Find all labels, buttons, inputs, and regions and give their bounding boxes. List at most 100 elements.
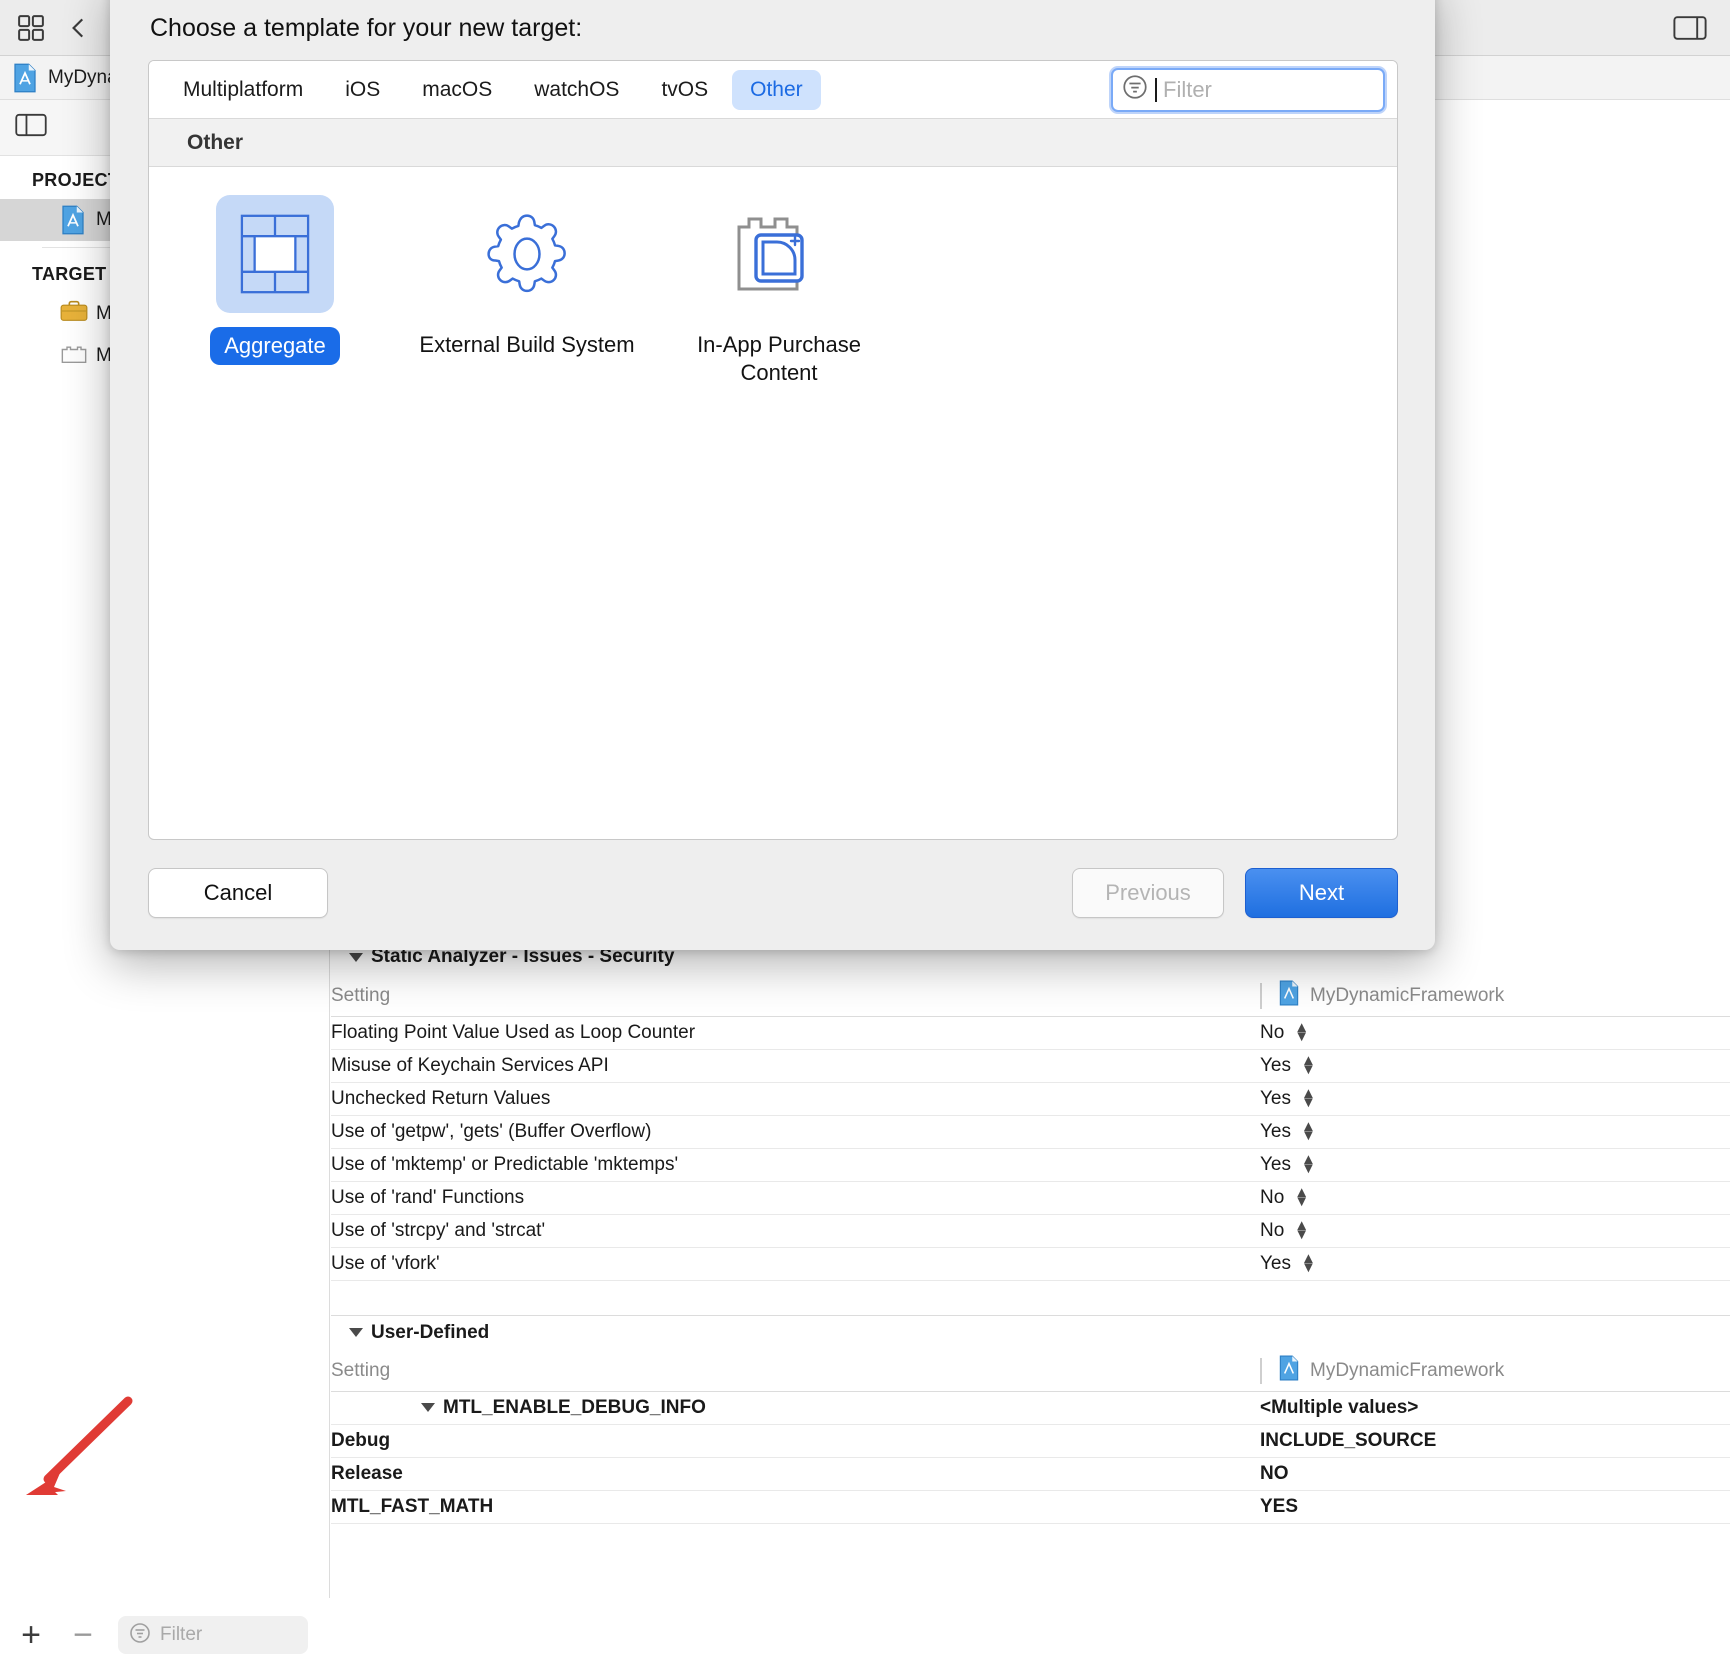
setting-value: No [1260,1021,1285,1043]
setting-value: YES [1260,1490,1730,1524]
inspector-toggle-icon[interactable] [1672,13,1708,43]
setting-name: Use of 'rand' Functions [331,1181,1260,1215]
security-settings-table: Setting MyDynamicFramework Floating Poin… [331,976,1730,1281]
chevron-down-icon[interactable] [349,1328,363,1337]
setting-name: Use of 'getpw', 'gets' (Buffer Overflow) [331,1115,1260,1149]
column-header-setting: Setting [331,976,1260,1017]
setting-value: No [1260,1219,1285,1241]
gear-icon [468,195,586,313]
in-app-purchase-icon [720,195,838,313]
build-settings-section-header[interactable]: User-Defined [331,1316,1730,1352]
chevron-down-icon[interactable] [349,952,363,962]
tab-tvos[interactable]: tvOS [643,70,726,110]
table-row[interactable]: Use of 'vfork' Yes ▲ ▼ [331,1247,1730,1281]
filter-icon [1121,73,1149,106]
table-row[interactable]: MTL_ENABLE_DEBUG_INFO <Multiple values> [331,1391,1730,1425]
template-label: In-App Purchase Content [697,332,861,386]
table-row[interactable]: Use of 'mktemp' or Predictable 'mktemps'… [331,1148,1730,1182]
stepper-icon[interactable]: ▲ ▼ [1294,1218,1309,1241]
next-button[interactable]: Next [1245,868,1398,918]
target-column-label: MyDynamicFramework [1310,984,1505,1006]
remove-target-button[interactable]: − [66,1618,100,1652]
template-filter-input[interactable]: Filter [1111,67,1385,112]
build-settings-table: Static Analyzer - Issues - Security Sett… [331,940,1730,1672]
sidebar-footer: + − Filter [0,1598,330,1672]
table-row[interactable]: Use of 'strcpy' and 'strcat' No ▲ ▼ [331,1214,1730,1248]
table-header-row: Setting MyDynamicFramework [331,1351,1730,1392]
setting-name: Misuse of Keychain Services API [331,1049,1260,1083]
template-filter-placeholder: Filter [1163,76,1212,102]
setting-name: Use of 'vfork' [331,1247,1260,1281]
sidebar-split-icon[interactable] [14,111,48,144]
sheet-button-row: Cancel Previous Next [148,868,1398,924]
setting-name: MTL_ENABLE_DEBUG_INFO [443,1397,706,1418]
tab-multiplatform[interactable]: Multiplatform [165,70,321,110]
template-item-in-app-purchase-content[interactable]: In-App Purchase Content [653,195,905,391]
template-grid: Aggregate External Build System In-App P… [149,167,1397,391]
template-chooser-panel: Multiplatform iOS macOS watchOS tvOS Oth… [148,60,1398,840]
tab-ios[interactable]: iOS [327,70,398,110]
setting-value: Yes [1260,1153,1291,1175]
column-header-setting: Setting [331,1351,1260,1392]
setting-name: Use of 'mktemp' or Predictable 'mktemps' [331,1148,1260,1182]
platform-tab-bar: Multiplatform iOS macOS watchOS tvOS Oth… [149,61,1397,119]
table-row[interactable]: Unchecked Return Values Yes ▲ ▼ [331,1082,1730,1116]
template-label: Aggregate [210,327,340,366]
setting-name: Release [331,1457,1260,1491]
cancel-button[interactable]: Cancel [148,868,328,918]
setting-value: No [1260,1186,1285,1208]
tab-macos[interactable]: macOS [404,70,510,110]
setting-name: Unchecked Return Values [331,1082,1260,1116]
text-cursor [1155,77,1157,102]
setting-name: Floating Point Value Used as Loop Counte… [331,1016,1260,1050]
xcode-project-icon [12,63,38,93]
setting-value: NO [1260,1457,1730,1491]
navigator-toggle-icon[interactable] [14,11,48,45]
table-row[interactable]: Floating Point Value Used as Loop Counte… [331,1016,1730,1050]
chevron-down-icon[interactable] [421,1403,435,1413]
setting-value: Yes [1260,1120,1291,1142]
template-section-header: Other [149,119,1397,167]
stepper-icon[interactable]: ▲ ▼ [1301,1086,1316,1109]
table-row[interactable]: Use of 'rand' Functions No ▲ ▼ [331,1181,1730,1215]
stepper-icon[interactable]: ▲ ▼ [1301,1119,1316,1142]
section-title-label: User-Defined [371,1321,490,1343]
template-item-aggregate[interactable]: Aggregate [149,195,401,391]
test-bundle-icon [60,341,87,371]
table-row[interactable]: MTL_FAST_MATH YES [331,1490,1730,1524]
table-row[interactable]: Use of 'getpw', 'gets' (Buffer Overflow)… [331,1115,1730,1149]
stepper-icon[interactable]: ▲ ▼ [1301,1053,1316,1076]
stepper-icon[interactable]: ▲ ▼ [1294,1020,1309,1043]
sheet-title: Choose a template for your new target: [150,14,583,42]
xcode-project-icon [1278,1355,1300,1387]
sidebar-filter-input[interactable]: Filter [118,1616,308,1654]
previous-button[interactable]: Previous [1072,868,1224,918]
column-header-target: MyDynamicFramework [1260,976,1730,1017]
xcode-project-icon [1278,980,1300,1012]
setting-name: Use of 'strcpy' and 'strcat' [331,1214,1260,1248]
tab-watchos[interactable]: watchOS [516,70,637,110]
tab-other[interactable]: Other [732,69,821,110]
template-label: External Build System [419,332,635,357]
aggregate-icon [216,195,334,313]
setting-value: Yes [1260,1087,1291,1109]
setting-name: Debug [331,1424,1260,1458]
back-chevron-icon[interactable] [62,11,96,45]
target-column-label: MyDynamicFramework [1310,1360,1505,1382]
filter-icon [128,1621,152,1650]
stepper-icon[interactable]: ▲ ▼ [1294,1185,1309,1208]
sidebar-filter-placeholder: Filter [160,1624,203,1645]
user-defined-settings-table: Setting MyDynamicFramework MTL_ENABLE_DE… [331,1351,1730,1524]
column-header-target: MyDynamicFramework [1260,1351,1730,1392]
table-row[interactable]: Release NO [331,1457,1730,1491]
table-row[interactable]: Misuse of Keychain Services API Yes ▲ ▼ [331,1049,1730,1083]
setting-value: Yes [1260,1054,1291,1076]
stepper-icon[interactable]: ▲ ▼ [1301,1251,1316,1274]
setting-name: MTL_FAST_MATH [331,1490,1260,1524]
template-item-external-build-system[interactable]: External Build System [401,195,653,391]
table-row[interactable]: Debug INCLUDE_SOURCE [331,1424,1730,1458]
add-target-button[interactable]: + [14,1618,48,1652]
stepper-icon[interactable]: ▲ ▼ [1301,1152,1316,1175]
briefcase-icon [60,299,88,329]
